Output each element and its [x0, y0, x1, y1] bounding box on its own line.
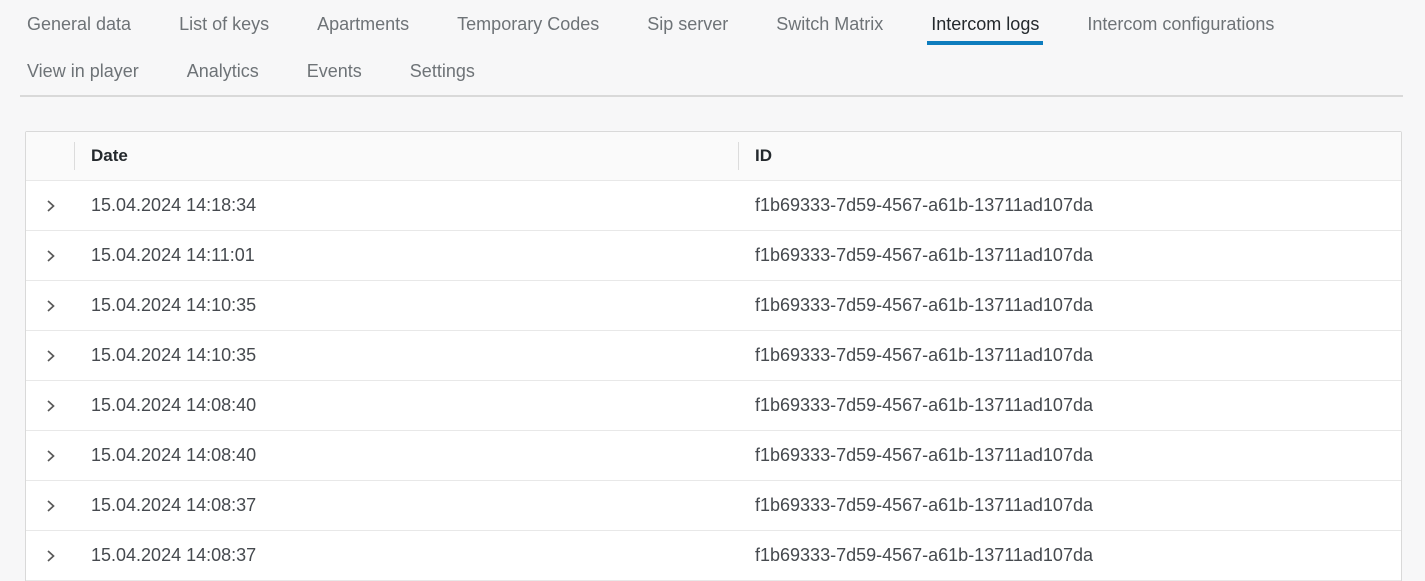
tab-analytics[interactable]: Analytics — [185, 48, 261, 95]
chevron-right-icon — [43, 398, 58, 414]
tab-label: Switch Matrix — [776, 14, 883, 35]
log-id-cell: f1b69333-7d59-4567-a61b-13711ad107da — [738, 430, 1401, 480]
table-row: 15.04.2024 14:10:35 f1b69333-7d59-4567-a… — [26, 330, 1401, 380]
chevron-right-icon — [43, 548, 58, 564]
log-date-cell: 15.04.2024 14:11:01 — [74, 230, 738, 280]
expand-row-button[interactable] — [26, 230, 74, 280]
chevron-right-icon — [43, 248, 58, 264]
table-row: 15.04.2024 14:08:40 f1b69333-7d59-4567-a… — [26, 380, 1401, 430]
log-id-cell: f1b69333-7d59-4567-a61b-13711ad107da — [738, 280, 1401, 330]
log-id-cell: f1b69333-7d59-4567-a61b-13711ad107da — [738, 480, 1401, 530]
chevron-right-icon — [43, 348, 58, 364]
intercom-logs-table: Date ID 15.04.2024 14:18:34 f1b69333-7d5… — [25, 131, 1402, 581]
tab-label: Events — [307, 61, 362, 82]
chevron-right-icon — [43, 298, 58, 314]
tab-switch-matrix[interactable]: Switch Matrix — [774, 0, 885, 48]
log-date-cell: 15.04.2024 14:18:34 — [74, 180, 738, 230]
log-date-cell: 15.04.2024 14:08:40 — [74, 380, 738, 430]
table-row: 15.04.2024 14:18:34 f1b69333-7d59-4567-a… — [26, 180, 1401, 230]
table-row: 15.04.2024 14:10:35 f1b69333-7d59-4567-a… — [26, 280, 1401, 330]
expand-row-button[interactable] — [26, 430, 74, 480]
tab-label: Analytics — [187, 61, 259, 82]
tab-settings[interactable]: Settings — [408, 48, 477, 95]
log-id-cell: f1b69333-7d59-4567-a61b-13711ad107da — [738, 380, 1401, 430]
table-row: 15.04.2024 14:11:01 f1b69333-7d59-4567-a… — [26, 230, 1401, 280]
primary-tab-bar: General data List of keys Apartments Tempor… — [0, 0, 1425, 48]
log-id-cell: f1b69333-7d59-4567-a61b-13711ad107da — [738, 530, 1401, 580]
tab-label: Apartments — [317, 14, 409, 35]
tab-label: Temporary Codes — [457, 14, 599, 35]
chevron-right-icon — [43, 448, 58, 464]
tab-bar: General data List of keys Apartments Tempor… — [0, 0, 1425, 97]
tab-intercom-logs[interactable]: Intercom logs — [929, 0, 1041, 48]
column-header-date: Date — [74, 132, 738, 180]
log-id-cell: f1b69333-7d59-4567-a61b-13711ad107da — [738, 330, 1401, 380]
column-header-id: ID — [738, 132, 1401, 180]
tab-label: List of keys — [179, 14, 269, 35]
log-id-cell: f1b69333-7d59-4567-a61b-13711ad107da — [738, 180, 1401, 230]
tab-temporary-codes[interactable]: Temporary Codes — [455, 0, 601, 48]
table-header-row: Date ID — [26, 132, 1401, 180]
tab-label: General data — [27, 14, 131, 35]
expand-row-button[interactable] — [26, 530, 74, 580]
chevron-right-icon — [43, 198, 58, 214]
expand-row-button[interactable] — [26, 380, 74, 430]
log-date-cell: 15.04.2024 14:08:37 — [74, 480, 738, 530]
tab-sip-server[interactable]: Sip server — [645, 0, 730, 48]
log-id-cell: f1b69333-7d59-4567-a61b-13711ad107da — [738, 230, 1401, 280]
tab-general-data[interactable]: General data — [25, 0, 133, 48]
expand-row-button[interactable] — [26, 480, 74, 530]
tab-list-of-keys[interactable]: List of keys — [177, 0, 271, 48]
log-date-cell: 15.04.2024 14:10:35 — [74, 330, 738, 380]
tab-apartments[interactable]: Apartments — [315, 0, 411, 48]
tab-events[interactable]: Events — [305, 48, 364, 95]
tab-label: Sip server — [647, 14, 728, 35]
expand-column-header — [26, 132, 74, 180]
tab-label: View in player — [27, 61, 139, 82]
table-row: 15.04.2024 14:08:37 f1b69333-7d59-4567-a… — [26, 530, 1401, 580]
expand-row-button[interactable] — [26, 330, 74, 380]
log-date-cell: 15.04.2024 14:08:37 — [74, 530, 738, 580]
tab-label: Settings — [410, 61, 475, 82]
table-row: 15.04.2024 14:08:40 f1b69333-7d59-4567-a… — [26, 430, 1401, 480]
table-row: 15.04.2024 14:08:37 f1b69333-7d59-4567-a… — [26, 480, 1401, 530]
log-date-cell: 15.04.2024 14:10:35 — [74, 280, 738, 330]
chevron-right-icon — [43, 498, 58, 514]
tab-label: Intercom logs — [931, 14, 1039, 35]
log-date-cell: 15.04.2024 14:08:40 — [74, 430, 738, 480]
tab-label: Intercom configurations — [1087, 14, 1274, 35]
tab-view-in-player[interactable]: View in player — [25, 48, 141, 95]
tab-intercom-configurations[interactable]: Intercom configurations — [1085, 0, 1276, 48]
expand-row-button[interactable] — [26, 280, 74, 330]
expand-row-button[interactable] — [26, 180, 74, 230]
secondary-tab-bar: View in player Analytics Events Settings — [20, 48, 1403, 97]
